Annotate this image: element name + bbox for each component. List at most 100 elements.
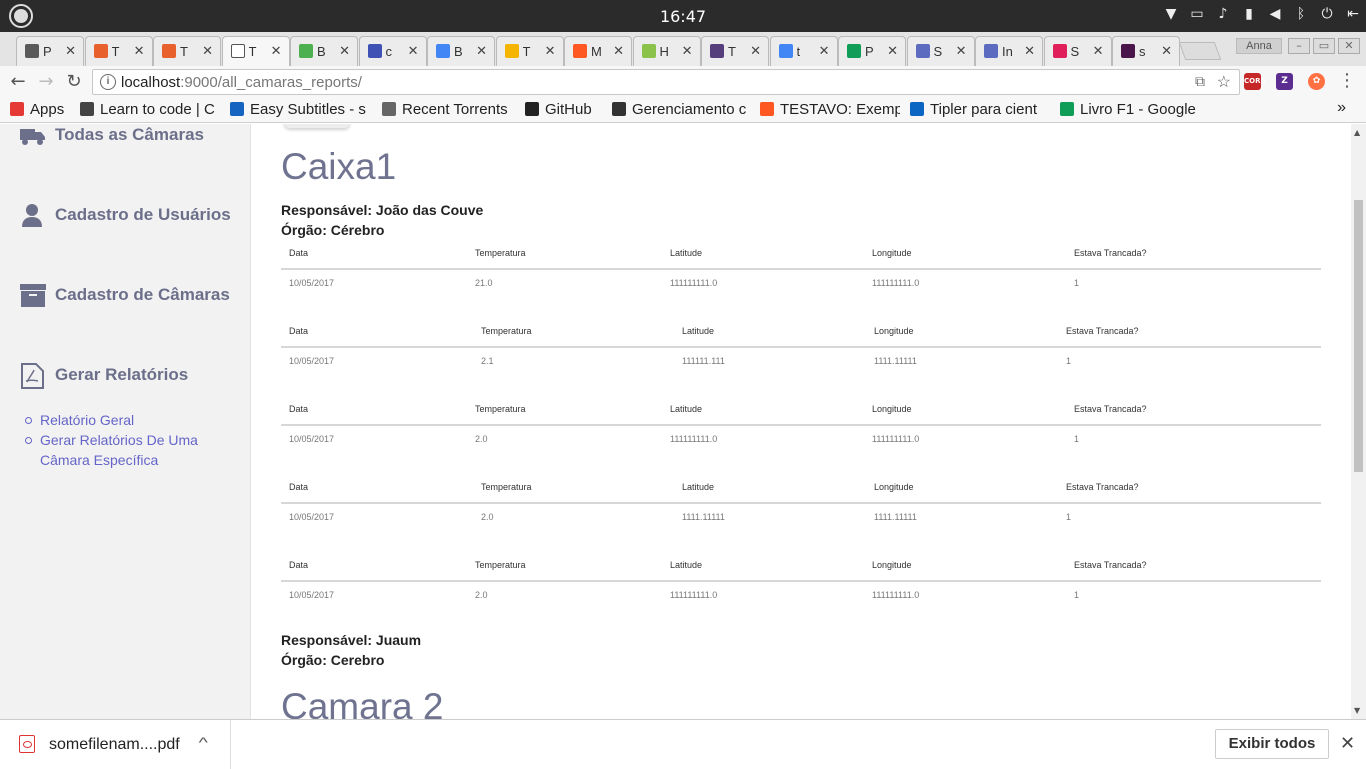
more-bookmarks-icon[interactable]: » bbox=[1337, 99, 1346, 117]
link-relatorio-geral[interactable]: Relatório Geral bbox=[24, 410, 248, 430]
page-scrollbar[interactable]: ▲ ▼ bbox=[1351, 124, 1366, 719]
bookmark-item[interactable]: GitHub bbox=[525, 101, 592, 118]
download-item[interactable]: somefilenam....pdf ^ bbox=[0, 720, 231, 769]
table-cell: 2.0 bbox=[475, 434, 488, 444]
tab-close-icon[interactable]: ✕ bbox=[476, 43, 487, 59]
browser-tab[interactable]: B ✕ bbox=[290, 36, 358, 66]
close-icon[interactable]: ✕ bbox=[1340, 733, 1355, 754]
tab-close-icon[interactable]: ✕ bbox=[956, 43, 967, 59]
responsavel-label: Responsável: Juaum bbox=[281, 632, 422, 648]
browser-tab[interactable]: M ✕ bbox=[564, 36, 632, 66]
apps-bookmark[interactable]: Apps bbox=[10, 101, 64, 118]
address-bar[interactable]: i localhost:9000/all_camaras_reports/ ⧉ … bbox=[92, 69, 1240, 95]
show-all-downloads-button[interactable]: Exibir todos bbox=[1215, 729, 1329, 759]
browser-tab[interactable]: B ✕ bbox=[427, 36, 495, 66]
tab-close-icon[interactable]: ✕ bbox=[271, 43, 282, 59]
bookmark-item[interactable]: Learn to code | C bbox=[80, 101, 215, 118]
chevron-up-icon[interactable]: ^ bbox=[199, 734, 208, 750]
battery-icon[interactable]: ▮ bbox=[1240, 6, 1258, 22]
tab-close-icon[interactable]: ✕ bbox=[65, 43, 76, 59]
bookmark-item[interactable]: Livro F1 - Google bbox=[1060, 101, 1196, 118]
forward-arrow-icon[interactable]: → bbox=[36, 71, 56, 92]
report-content: Caixa1 Responsável: João das Couve Órgão… bbox=[281, 124, 1321, 719]
new-tab-button[interactable] bbox=[1178, 42, 1222, 60]
table-header: Data bbox=[289, 482, 309, 492]
close-window-button[interactable]: ✕ bbox=[1338, 38, 1360, 54]
tab-close-icon[interactable]: ✕ bbox=[339, 43, 350, 59]
cors-extension-icon[interactable]: CORS bbox=[1244, 73, 1266, 90]
tab-close-icon[interactable]: ✕ bbox=[682, 43, 693, 59]
tab-close-icon[interactable]: ✕ bbox=[134, 43, 145, 59]
logout-icon[interactable]: ⇤ bbox=[1344, 6, 1362, 22]
browser-tab[interactable]: T ✕ bbox=[701, 36, 769, 66]
tab-close-icon[interactable]: ✕ bbox=[408, 43, 419, 59]
tab-close-icon[interactable]: ✕ bbox=[545, 43, 556, 59]
reload-icon[interactable]: ↻ bbox=[64, 71, 84, 92]
bookmark-item[interactable]: Easy Subtitles - s bbox=[230, 101, 366, 118]
volume-icon[interactable]: ◀ bbox=[1266, 6, 1284, 22]
power-icon[interactable]: ⏻ bbox=[1318, 6, 1336, 22]
browser-tab[interactable]: t ✕ bbox=[769, 36, 838, 66]
tab-close-icon[interactable]: ✕ bbox=[819, 43, 830, 59]
tab-close-icon[interactable]: ✕ bbox=[887, 43, 898, 59]
browser-tab[interactable]: T ✕ bbox=[221, 36, 290, 66]
browser-tab[interactable]: In ✕ bbox=[975, 36, 1043, 66]
bookmark-item[interactable]: Recent Torrents bbox=[382, 101, 508, 118]
tab-title: T bbox=[522, 44, 531, 59]
browser-tab[interactable]: s ✕ bbox=[1112, 36, 1180, 66]
tab-title: S bbox=[1070, 44, 1080, 59]
browser-tab[interactable]: T ✕ bbox=[495, 36, 564, 66]
tab-favicon-icon bbox=[25, 44, 39, 58]
browser-tab[interactable]: H ✕ bbox=[632, 36, 701, 66]
profile-button[interactable]: Anna bbox=[1236, 38, 1282, 54]
browser-tab[interactable]: S ✕ bbox=[906, 36, 975, 66]
browser-tab[interactable]: P ✕ bbox=[838, 36, 906, 66]
tab-close-icon[interactable]: ✕ bbox=[1161, 43, 1172, 59]
notification-icon[interactable]: ♪ bbox=[1214, 6, 1232, 22]
bluetooth-icon[interactable]: ᛒ bbox=[1292, 6, 1310, 22]
scroll-up-icon[interactable]: ▲ bbox=[1354, 128, 1360, 137]
info-icon[interactable]: i bbox=[100, 74, 116, 90]
report-table: Data Temperatura Latitude Longitude Estava T… bbox=[281, 482, 1321, 532]
orange-extension-icon[interactable]: ✿ bbox=[1308, 73, 1325, 90]
tab-close-icon[interactable]: ✕ bbox=[202, 43, 213, 59]
table-header: Longitude bbox=[874, 482, 914, 492]
browser-tab[interactable]: P ✕ bbox=[16, 36, 84, 66]
table-cell: 111111111.0 bbox=[872, 434, 920, 444]
tab-close-icon[interactable]: ✕ bbox=[613, 43, 624, 59]
table-cell: 111111111.0 bbox=[670, 590, 718, 600]
tab-title: s bbox=[1139, 44, 1146, 59]
table-cell: 1 bbox=[1066, 356, 1072, 366]
scrollbar-thumb[interactable] bbox=[1354, 200, 1363, 472]
tab-close-icon[interactable]: ✕ bbox=[750, 43, 761, 59]
bookmark-star-icon[interactable]: ☆ bbox=[1217, 72, 1231, 92]
table-header: Data bbox=[289, 248, 309, 258]
table-cell: 10/05/2017 bbox=[289, 434, 335, 444]
browser-tab[interactable]: c ✕ bbox=[358, 36, 427, 66]
tab-close-icon[interactable]: ✕ bbox=[1093, 43, 1104, 59]
back-arrow-icon[interactable]: ← bbox=[8, 71, 28, 92]
tab-title: H bbox=[659, 44, 669, 59]
bookmark-item[interactable]: Tipler para cient bbox=[910, 101, 1037, 118]
minimize-button[interactable]: – bbox=[1288, 38, 1310, 54]
drive-icon[interactable]: ▭ bbox=[1188, 6, 1206, 22]
table-cell: 1111.11111 bbox=[682, 512, 725, 522]
bookmark-item[interactable]: Gerenciamento c bbox=[612, 101, 746, 118]
url-text[interactable]: localhost:9000/all_camaras_reports/ bbox=[121, 74, 362, 91]
translate-icon[interactable]: ⧉ bbox=[1195, 73, 1205, 90]
browser-menu-icon[interactable]: ⋮ bbox=[1338, 70, 1356, 91]
table-header: Longitude bbox=[872, 560, 912, 570]
browser-tab[interactable]: S ✕ bbox=[1043, 36, 1112, 66]
browser-tab[interactable]: T ✕ bbox=[84, 36, 153, 66]
tab-close-icon[interactable]: ✕ bbox=[1024, 43, 1035, 59]
wifi-icon[interactable]: ▼ bbox=[1162, 6, 1180, 22]
zotero-extension-icon[interactable]: Z bbox=[1276, 73, 1293, 90]
table-cell: 2.1 bbox=[481, 356, 494, 366]
browser-tab[interactable]: T ✕ bbox=[153, 36, 221, 66]
scroll-down-icon[interactable]: ▼ bbox=[1354, 706, 1360, 715]
responsavel-label: Responsável: João das Couve bbox=[281, 202, 484, 218]
bookmark-item[interactable]: TESTAVO: Exemp bbox=[760, 101, 900, 118]
table-header: Temperatura bbox=[481, 326, 532, 336]
maximize-button[interactable]: ▭ bbox=[1313, 38, 1335, 54]
link-relatorio-camara-especifica[interactable]: Gerar Relatórios De Uma Câmara Específic… bbox=[24, 430, 248, 470]
